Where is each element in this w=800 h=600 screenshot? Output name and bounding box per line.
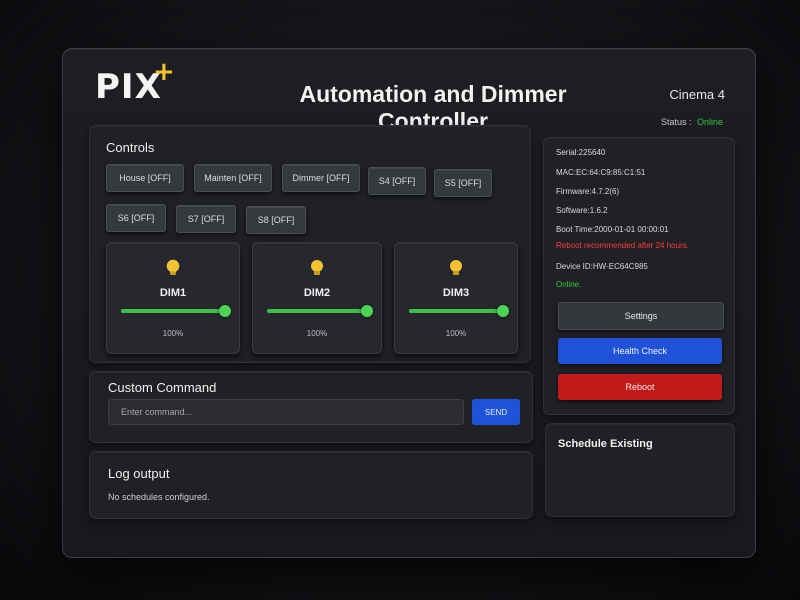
dimmer-percent: 100% bbox=[445, 329, 467, 338]
switch-mainten-button[interactable]: Mainten [OFF] bbox=[194, 164, 272, 192]
logo-plus: + bbox=[153, 57, 176, 87]
device-info-panel: Serial:225640 MAC:EC:64:C9:85:C1:51 Firm… bbox=[543, 137, 735, 415]
lightbulb-icon bbox=[311, 260, 323, 275]
dimmer-label: DIM2 bbox=[303, 287, 331, 299]
command-input[interactable] bbox=[108, 399, 464, 425]
dimmer-label: DIM3 bbox=[442, 287, 470, 299]
lightbulb-icon bbox=[450, 260, 462, 275]
dimmer-card: DIM3 100% bbox=[394, 242, 518, 354]
dimmer-percent: 100% bbox=[162, 329, 184, 338]
dimmer-card: DIM1 100% bbox=[106, 242, 240, 354]
reboot-button[interactable]: Reboot bbox=[558, 374, 722, 400]
reboot-warning-text: Reboot recommended after 24 hours. bbox=[556, 241, 689, 250]
dimmer-slider-fill bbox=[267, 309, 367, 313]
dimmer-slider-fill bbox=[121, 309, 225, 313]
device-id-text: Device ID:HW-EC64C985 bbox=[556, 262, 648, 271]
log-output-panel: Log output No schedules configured. bbox=[89, 451, 533, 519]
dimmer-card: DIM2 100% bbox=[252, 242, 382, 354]
switch-s7-button[interactable]: S7 [OFF] bbox=[176, 205, 236, 233]
dimmer-slider-handle[interactable] bbox=[497, 305, 509, 317]
online-text: Online. bbox=[556, 280, 582, 289]
dimmer-slider[interactable] bbox=[121, 305, 231, 317]
status-label: Status : bbox=[660, 117, 692, 127]
switch-s5-button[interactable]: S5 [OFF] bbox=[434, 169, 492, 197]
dimmer-label: DIM1 bbox=[159, 287, 187, 299]
firmware-text: Firmware:4.7.2(6) bbox=[556, 187, 620, 196]
switch-house-button[interactable]: House [OFF] bbox=[106, 164, 184, 192]
status-value: Online bbox=[696, 117, 723, 127]
health-check-button[interactable]: Health Check bbox=[558, 338, 722, 364]
dimmer-slider-handle[interactable] bbox=[361, 305, 373, 317]
dimmer-slider[interactable] bbox=[267, 305, 373, 317]
controls-panel: Controls House [OFF] Mainten [OFF] Dimme… bbox=[89, 125, 531, 363]
custom-command-title: Custom Command bbox=[108, 380, 217, 395]
log-message: No schedules configured. bbox=[108, 492, 210, 502]
dimmer-slider-fill bbox=[409, 309, 503, 313]
schedule-panel: Schedule Existing bbox=[545, 423, 735, 517]
schedule-title: Schedule Existing bbox=[558, 438, 653, 450]
pix-logo: PIX + bbox=[95, 57, 175, 107]
controller-window: PIX + Automation and Dimmer Controller C… bbox=[62, 48, 756, 558]
send-button[interactable]: SEND bbox=[472, 399, 520, 425]
software-text: Software:1.6.2 bbox=[556, 206, 608, 215]
controls-title: Controls bbox=[106, 140, 155, 155]
settings-button[interactable]: Settings bbox=[558, 302, 724, 330]
dimmer-slider-handle[interactable] bbox=[219, 305, 231, 317]
cinema-name: Cinema 4 bbox=[669, 87, 725, 102]
log-output-title: Log output bbox=[108, 466, 170, 481]
serial-text: Serial:225640 bbox=[556, 148, 606, 157]
custom-command-panel: Custom Command SEND bbox=[89, 371, 533, 443]
mac-text: MAC:EC:64:C9:85:C1:51 bbox=[556, 168, 646, 177]
dimmer-slider[interactable] bbox=[409, 305, 509, 317]
lightbulb-icon bbox=[166, 259, 180, 275]
dimmer-percent: 100% bbox=[306, 329, 328, 338]
logo-text: PIX bbox=[95, 67, 162, 107]
switch-s6-button[interactable]: S6 [OFF] bbox=[106, 204, 166, 232]
switch-dimmer-button[interactable]: Dimmer [OFF] bbox=[282, 164, 360, 192]
connection-status: Status : Online bbox=[661, 117, 723, 127]
switch-s8-button[interactable]: S8 [OFF] bbox=[246, 206, 306, 234]
switch-s4-button[interactable]: S4 [OFF] bbox=[368, 167, 426, 195]
boot-time-text: Boot Time:2000-01-01 00:00:01 bbox=[556, 225, 669, 234]
